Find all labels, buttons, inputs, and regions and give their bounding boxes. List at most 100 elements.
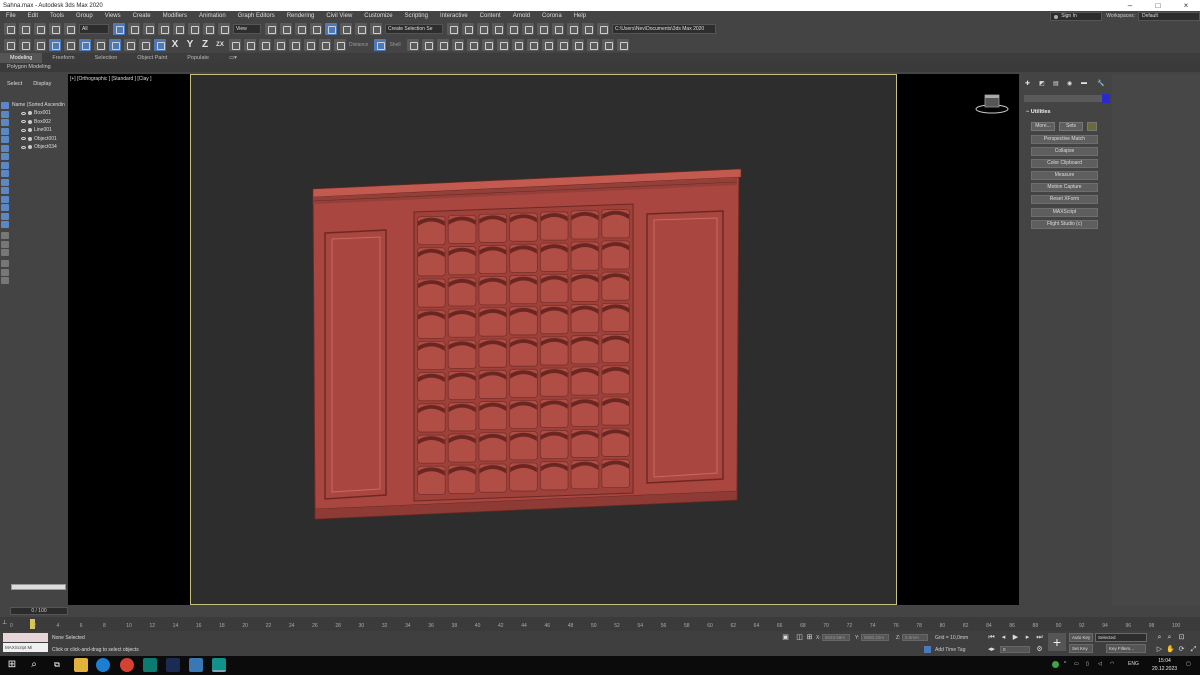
minimize-button[interactable]: – <box>1116 1 1144 10</box>
ribbon-tab-freeform[interactable]: Freeform <box>42 55 84 61</box>
xview-icon[interactable] <box>374 39 387 51</box>
x-coordinate-field[interactable]: 6033.58m <box>822 634 850 641</box>
previous-frame-icon[interactable]: ◂ <box>1000 634 1007 641</box>
camera-icon[interactable] <box>451 39 464 51</box>
filter-xrefs-icon[interactable] <box>1 161 9 169</box>
utilities-rollout-header[interactable]: − Utilities <box>1026 109 1051 115</box>
field-of-view-icon[interactable]: ▷ <box>1156 646 1163 653</box>
menu-edit[interactable]: Edit <box>22 13 44 19</box>
tool-b-icon[interactable] <box>139 39 151 51</box>
zoom-extents-icon[interactable]: ⊡ <box>1178 634 1185 641</box>
snap-grid-icon[interactable] <box>19 39 31 51</box>
ribbon-tab-populate[interactable]: Populate <box>177 55 219 61</box>
axis-x-button[interactable]: X <box>169 39 181 51</box>
maxscript-mini-listener[interactable]: MAXScript Mi <box>3 643 48 652</box>
display-icon[interactable] <box>526 39 539 51</box>
set-key-plus-icon[interactable]: + <box>1048 633 1066 651</box>
snaps-toggle-icon[interactable] <box>310 23 322 35</box>
axis-zx-button[interactable]: ZX <box>214 39 226 51</box>
flight-studio-button[interactable]: Flight Studio (c) <box>1031 220 1098 229</box>
key-mode-icon[interactable]: ◂▸ <box>988 646 995 653</box>
orbit-icon[interactable] <box>421 39 434 51</box>
menu-arnold[interactable]: Arnold <box>507 13 536 19</box>
filter-bones-icon[interactable] <box>1 170 9 177</box>
filter-cameras-icon[interactable] <box>1 127 9 135</box>
add-time-tag-button[interactable]: Add Time Tag <box>935 647 965 653</box>
hide-icon[interactable] <box>586 39 599 51</box>
volume-icon[interactable]: ◁ <box>1098 661 1102 667</box>
menu-interactive[interactable]: Interactive <box>434 13 474 19</box>
search-icon[interactable]: ⌕ <box>27 658 41 672</box>
reference-coordinate-dropdown[interactable]: View <box>233 24 261 34</box>
array-icon[interactable] <box>511 39 524 51</box>
name-column-header[interactable]: Name (Sorted Ascendin <box>10 102 68 109</box>
filter-shapes-icon[interactable] <box>1 110 9 118</box>
modify-tab-icon[interactable]: ◩ <box>1039 80 1048 87</box>
list-item[interactable]: Box002 <box>10 118 68 127</box>
tray-chevron-icon[interactable]: ^ <box>1064 661 1066 667</box>
menu-modifiers[interactable]: Modifiers <box>157 13 193 19</box>
rotate-icon[interactable] <box>188 23 200 35</box>
select-by-name-icon[interactable] <box>128 23 140 35</box>
selection-filter-dropdown[interactable]: All <box>79 24 109 34</box>
auto-key-button[interactable]: Auto Key <box>1069 633 1093 642</box>
move-icon[interactable] <box>173 23 185 35</box>
object-name-field[interactable] <box>1024 95 1102 102</box>
layer-explorer-icon[interactable] <box>492 23 504 35</box>
menu-group[interactable]: Group <box>70 13 99 19</box>
tool-a-icon[interactable] <box>124 39 136 51</box>
tab-select[interactable]: Select <box>0 81 26 87</box>
tool-c-icon[interactable] <box>154 39 166 51</box>
filter-hidden-icon[interactable] <box>1 195 9 203</box>
list-item[interactable]: Object034 <box>10 143 68 152</box>
time-tag-icon[interactable] <box>924 646 931 653</box>
measure-button[interactable]: Measure <box>1031 171 1098 180</box>
brush-icon[interactable] <box>94 39 106 51</box>
clock[interactable]: 15:04 20.12.2023 <box>1152 657 1177 673</box>
align-icon[interactable] <box>462 23 474 35</box>
hierarchy-tab-icon[interactable]: ▤ <box>1053 80 1062 87</box>
current-frame-field[interactable]: 0 <box>1000 646 1030 653</box>
filter-groups-icon[interactable] <box>1 153 9 160</box>
menu-content[interactable]: Content <box>474 13 507 19</box>
list-item[interactable]: Object001 <box>10 135 68 144</box>
utilities-tab-icon[interactable]: 🔧 <box>1097 80 1106 87</box>
snap-vertex-icon[interactable] <box>34 39 46 51</box>
key-set-dropdown[interactable]: Selected <box>1095 633 1147 642</box>
sign-in-button[interactable]: Sign In <box>1050 11 1103 21</box>
menu-scripting[interactable]: Scripting <box>399 13 434 19</box>
bind-space-warp-icon[interactable] <box>64 23 76 35</box>
collapse-button[interactable]: Collapse <box>1031 147 1098 156</box>
render-setup-icon[interactable] <box>567 23 579 35</box>
named-selection-sets-dropdown[interactable]: Create Selection Se <box>385 24 443 34</box>
photoshop-icon[interactable] <box>166 658 180 672</box>
snap-tangent-icon[interactable] <box>334 39 346 51</box>
absolute-mode-icon[interactable]: ⊞ <box>806 634 813 641</box>
tray-app-icon[interactable] <box>1052 661 1059 668</box>
go-to-start-icon[interactable]: ⏮ <box>988 634 995 641</box>
ribbon-tab-selection[interactable]: Selection <box>85 55 128 61</box>
walk-through-icon[interactable] <box>406 39 419 51</box>
timeline[interactable] <box>0 617 1200 631</box>
zoom-icon[interactable]: ⌕ <box>1156 634 1163 641</box>
list-item[interactable]: Box001 <box>10 109 68 118</box>
task-view-icon[interactable]: ⧉ <box>50 658 64 672</box>
scale-icon[interactable] <box>203 23 215 35</box>
menu-tools[interactable]: Tools <box>44 13 70 19</box>
axis-z-button[interactable]: Z <box>199 39 211 51</box>
filter-all-icon[interactable] <box>1 204 9 211</box>
snap-perp-icon[interactable] <box>319 39 331 51</box>
spinner-snap-icon[interactable] <box>355 23 367 35</box>
freeze-icon[interactable] <box>601 39 614 51</box>
notifications-icon[interactable]: ▢ <box>1186 661 1191 667</box>
time-slider[interactable]: 0 / 100 <box>10 607 68 615</box>
chrome-icon[interactable] <box>120 658 134 672</box>
redo-icon[interactable] <box>19 23 31 35</box>
file-explorer-icon[interactable] <box>74 658 88 672</box>
paint-select-icon[interactable] <box>79 39 91 51</box>
sets-button[interactable]: Sets <box>1059 122 1083 131</box>
list-item[interactable]: Line001 <box>10 126 68 135</box>
go-to-end-icon[interactable]: ⏭ <box>1036 634 1043 641</box>
select-mode-icon[interactable] <box>49 39 61 51</box>
filter-none-icon[interactable] <box>1 212 9 220</box>
